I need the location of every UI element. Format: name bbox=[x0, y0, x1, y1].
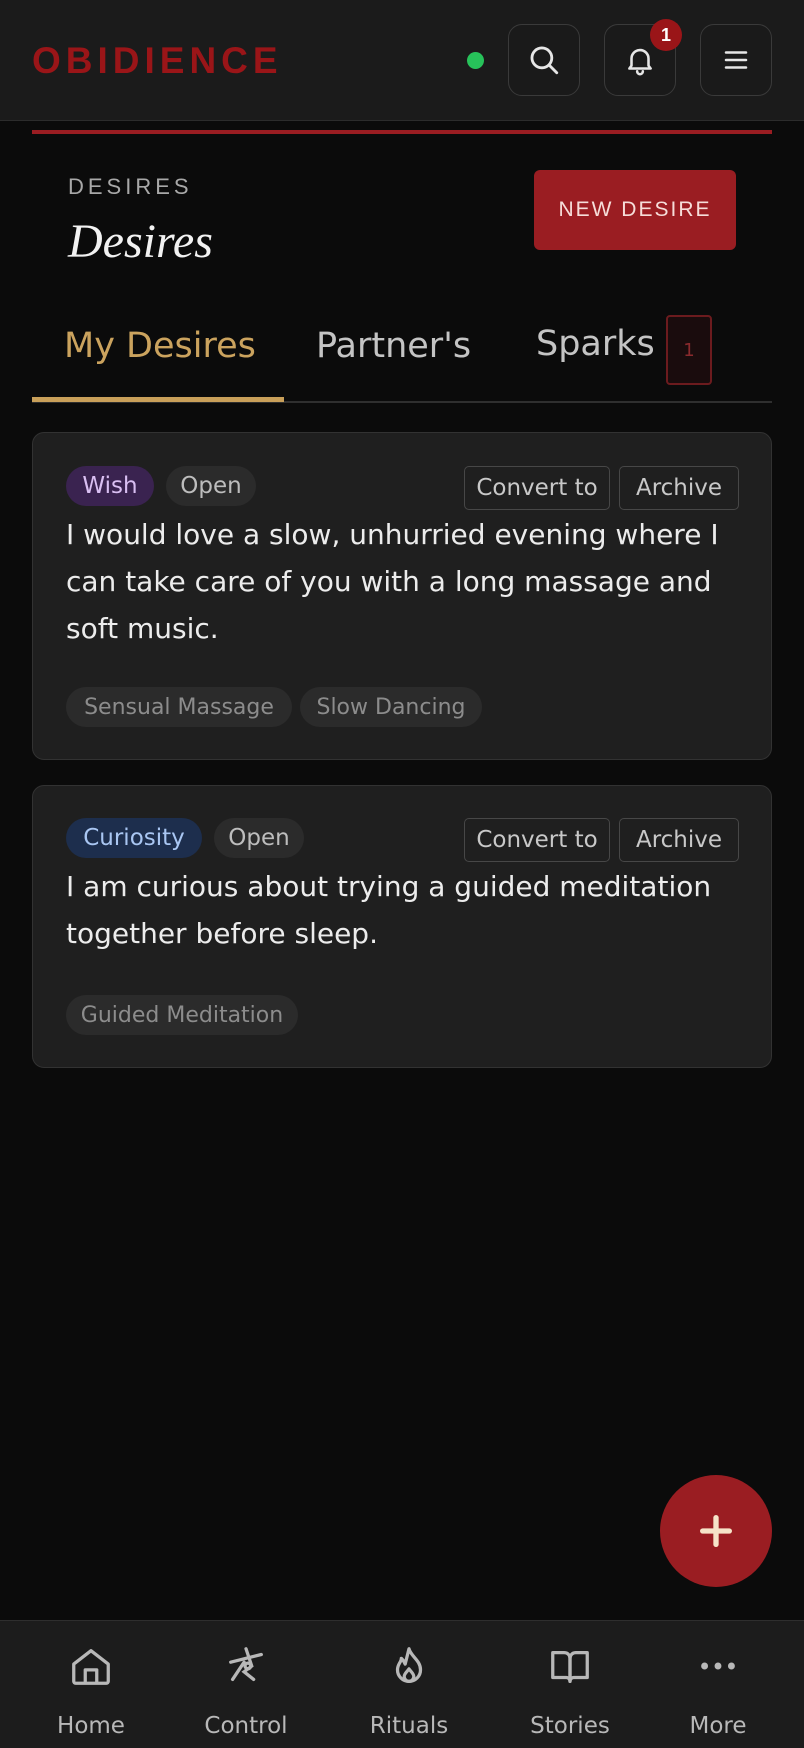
flame-icon bbox=[395, 1647, 423, 1683]
bell-icon bbox=[628, 48, 652, 76]
notification-badge: 1 bbox=[650, 19, 682, 51]
page-title: Desires bbox=[68, 215, 213, 268]
desire-card: Wish Open Convert to Archive I would lov… bbox=[32, 432, 772, 760]
convert-to-button[interactable]: Convert to bbox=[464, 818, 610, 862]
tab-partners[interactable]: Partner's bbox=[316, 326, 471, 366]
archive-button[interactable]: Archive bbox=[619, 818, 739, 862]
new-desire-button[interactable]: NEW DESIRE bbox=[534, 170, 736, 250]
desire-type-badge: Wish bbox=[66, 466, 154, 506]
page-eyebrow: DESIRES bbox=[68, 174, 193, 199]
tab-sparks[interactable]: Sparks bbox=[536, 324, 655, 364]
desire-status-badge: Open bbox=[166, 466, 256, 506]
online-status-indicator bbox=[467, 52, 484, 69]
book-icon bbox=[551, 1650, 589, 1683]
active-tab-indicator bbox=[32, 397, 284, 402]
desire-tag: Sensual Massage bbox=[66, 687, 292, 727]
search-button[interactable] bbox=[508, 24, 580, 96]
more-icon bbox=[701, 1662, 735, 1670]
desire-status-badge: Open bbox=[214, 818, 304, 858]
nav-item-more[interactable]: More bbox=[648, 1621, 788, 1748]
add-desire-fab[interactable] bbox=[660, 1475, 772, 1587]
control-icon bbox=[229, 1647, 263, 1682]
search-icon bbox=[530, 46, 559, 75]
plus-icon bbox=[700, 1515, 732, 1547]
tab-my-desires[interactable]: My Desires bbox=[64, 326, 256, 366]
desire-text: I would love a slow, unhurried evening w… bbox=[66, 518, 719, 645]
archive-button[interactable]: Archive bbox=[619, 466, 739, 510]
nav-label: Control bbox=[204, 1713, 288, 1739]
bottom-nav: Home Control Rituals Stories More bbox=[0, 1620, 804, 1748]
nav-label: Rituals bbox=[369, 1713, 449, 1739]
desire-tag: Guided Meditation bbox=[66, 995, 298, 1035]
nav-label: Stories bbox=[530, 1713, 610, 1739]
nav-item-home[interactable]: Home bbox=[21, 1621, 161, 1748]
nav-item-rituals[interactable]: Rituals bbox=[339, 1621, 479, 1748]
desire-card: Curiosity Open Convert to Archive I am c… bbox=[32, 785, 772, 1068]
brand-logo[interactable]: OBIDIENCE bbox=[32, 40, 283, 82]
desire-type-badge: Curiosity bbox=[66, 818, 202, 858]
nav-item-control[interactable]: Control bbox=[176, 1621, 316, 1748]
home-icon bbox=[72, 1649, 110, 1685]
top-bar: OBIDIENCE 1 bbox=[0, 0, 804, 121]
nav-item-stories[interactable]: Stories bbox=[500, 1621, 640, 1748]
menu-icon bbox=[724, 51, 748, 69]
desire-tag: Slow Dancing bbox=[300, 687, 482, 727]
desire-text: I am curious about trying a guided medit… bbox=[66, 870, 712, 950]
sparks-count-badge: 1 bbox=[666, 315, 712, 385]
nav-label: Home bbox=[57, 1713, 125, 1739]
header-divider bbox=[32, 130, 772, 134]
convert-to-button[interactable]: Convert to bbox=[464, 466, 610, 510]
nav-label: More bbox=[689, 1713, 747, 1739]
menu-button[interactable] bbox=[700, 24, 772, 96]
